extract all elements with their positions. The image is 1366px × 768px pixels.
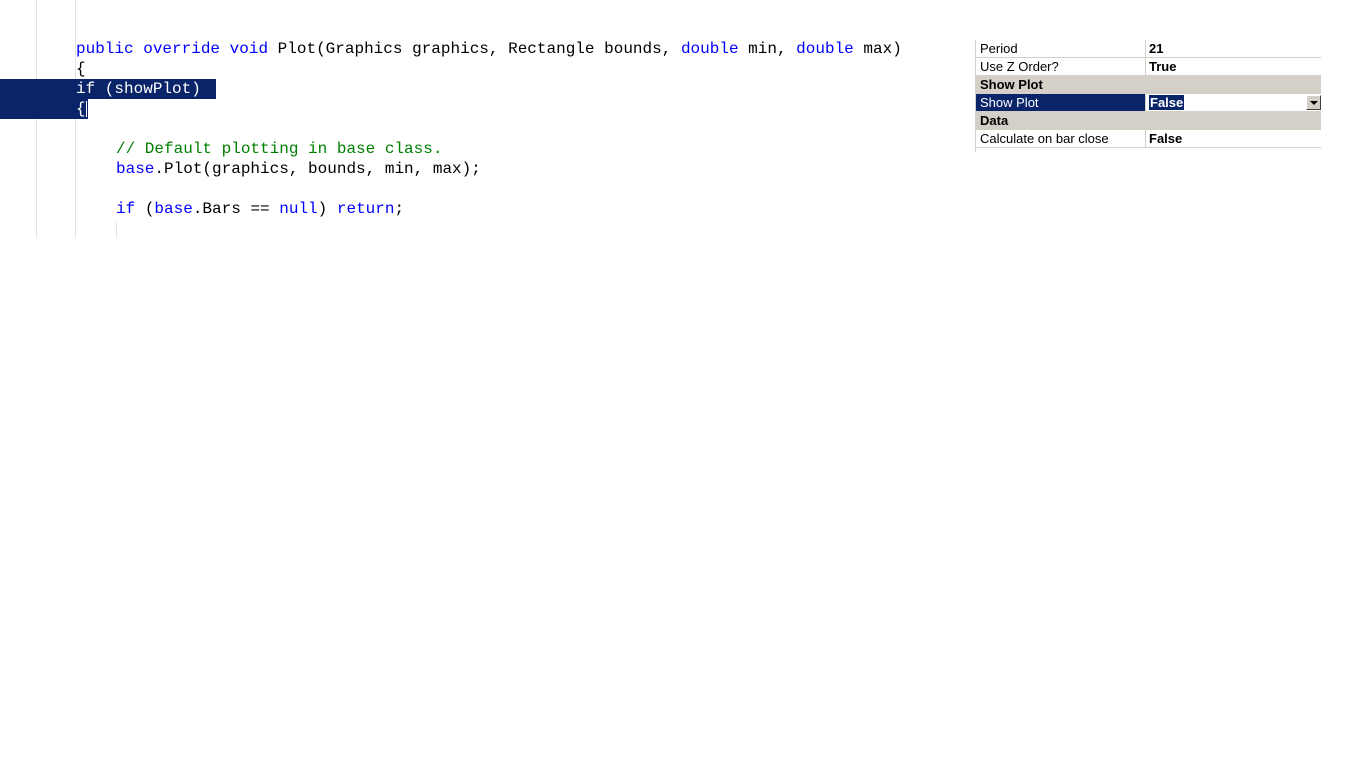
keyword: double <box>796 40 854 58</box>
column-divider <box>1145 40 1146 57</box>
property-value[interactable]: False <box>1149 130 1309 147</box>
keyword: public <box>76 40 134 58</box>
code-text: ( <box>144 200 155 218</box>
property-row-use-z-order[interactable]: Use Z Order? True <box>976 58 1321 76</box>
code-line-open-brace[interactable]: { <box>76 59 86 79</box>
keyword: return <box>336 200 395 218</box>
code-line-inner-brace[interactable]: { <box>76 99 86 119</box>
text-caret <box>86 101 87 117</box>
column-divider <box>1145 130 1146 147</box>
keyword: override <box>143 40 221 58</box>
code-text: ) <box>317 200 328 218</box>
code-line-signature[interactable]: public override void Plot(Graphics graph… <box>76 39 902 59</box>
code-line-comment[interactable]: // Default plotting in base class. <box>116 139 442 159</box>
category-show-plot[interactable]: Show Plot <box>976 76 1321 94</box>
chevron-down-icon <box>1310 101 1318 105</box>
indent-guide <box>36 0 37 238</box>
code-text: .Bars == <box>192 200 270 218</box>
property-value[interactable]: 21 <box>1149 40 1309 57</box>
code-line-bars-check[interactable]: if (base.Bars == null) return; <box>116 199 404 219</box>
keyword: void <box>229 40 269 58</box>
property-name: Period <box>980 41 1018 56</box>
code-text: min, <box>748 40 787 58</box>
code-editor[interactable]: public override void Plot(Graphics graph… <box>0 0 960 240</box>
property-row-show-plot[interactable]: Show Plot False <box>976 94 1321 112</box>
property-value[interactable]: True <box>1149 58 1309 75</box>
keyword: null <box>279 200 318 218</box>
code-line-base-plot[interactable]: base.Plot(graphics, bounds, min, max); <box>116 159 481 179</box>
property-row-calculate-on-bar-close[interactable]: Calculate on bar close False <box>976 130 1321 148</box>
keyword: if <box>116 200 136 218</box>
property-row-period[interactable]: Period 21 <box>976 40 1321 58</box>
code-text: max) <box>863 40 902 58</box>
code-line-if-show-plot[interactable]: if (showPlot) <box>76 79 201 99</box>
selected-code-text: if (showPlot) <box>76 80 201 98</box>
property-name: Show Plot <box>980 95 1039 110</box>
code-text: .Plot(graphics, bounds, min, max); <box>154 160 481 178</box>
code-text: { <box>76 60 86 78</box>
column-divider <box>1145 58 1146 75</box>
property-row-partial[interactable] <box>976 148 1321 152</box>
property-grid[interactable]: Period 21 Use Z Order? True Show Plot Sh… <box>975 40 1321 152</box>
selected-code-text: { <box>76 100 86 118</box>
property-value-dropdown[interactable]: False <box>1149 95 1185 110</box>
indent-guide <box>116 222 117 238</box>
code-text: Plot(Graphics graphics, Rectangle bounds… <box>277 40 672 58</box>
column-divider <box>1145 94 1146 111</box>
indent-guide <box>75 0 76 238</box>
selection-highlight <box>0 99 88 119</box>
keyword: double <box>680 40 739 58</box>
code-comment: // Default plotting in base class. <box>116 140 443 158</box>
keyword: base <box>154 200 193 218</box>
keyword: base <box>116 160 155 178</box>
category-data[interactable]: Data <box>976 112 1321 130</box>
dropdown-button[interactable] <box>1306 95 1321 110</box>
property-name: Calculate on bar close <box>980 131 1109 146</box>
code-text: ; <box>394 200 405 218</box>
property-name: Use Z Order? <box>980 59 1059 74</box>
